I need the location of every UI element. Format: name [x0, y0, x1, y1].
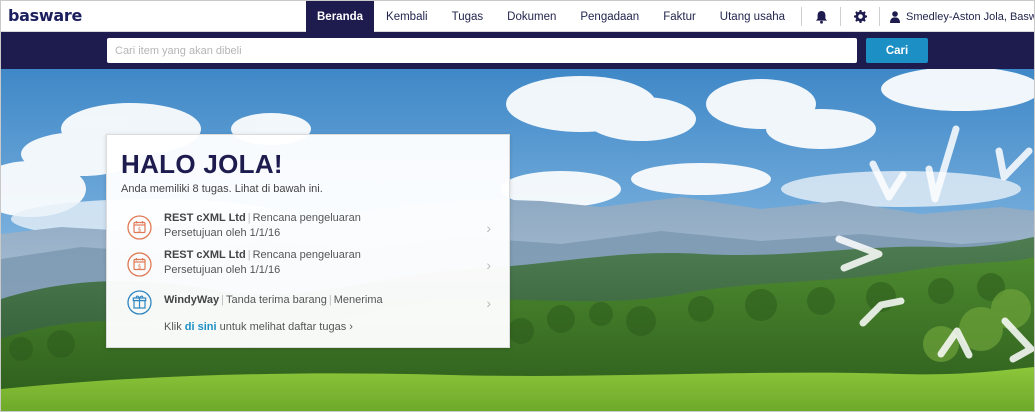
nav-item-tugas[interactable]: Tugas — [440, 1, 496, 32]
task-item[interactable]: $ REST cXML Ltd | Rencana pengeluaran Pers… — [107, 244, 511, 282]
search-bar-band: Cari — [1, 32, 1034, 69]
task-detail: Menerima — [333, 294, 383, 306]
footer-prefix: Klik — [164, 321, 182, 333]
nav-item-utang-usaha[interactable]: Utang usaha — [708, 1, 797, 32]
nav-divider — [801, 7, 803, 26]
task-detail: Persetujuan oleh 1/1/16 — [164, 227, 281, 239]
task-supplier: REST cXML Ltd — [164, 212, 246, 224]
nav-item-kembali[interactable]: Kembali — [374, 1, 440, 32]
task-supplier: REST cXML Ltd — [164, 249, 246, 261]
nav-item-dokumen[interactable]: Dokumen — [495, 1, 568, 32]
nav-divider — [879, 7, 881, 26]
gear-icon — [853, 10, 867, 23]
task-type: Tanda terima barang — [225, 294, 327, 306]
app-frame: basware Beranda Kembali Tugas Dokumen Pe… — [0, 0, 1035, 412]
tasks-summary: Anda memiliki 8 tugas. Lihat di bawah in… — [121, 183, 323, 195]
task-type: Rencana pengeluaran — [252, 212, 361, 224]
nav-item-faktur[interactable]: Faktur — [651, 1, 708, 32]
chevron-right-icon: › — [486, 257, 491, 273]
nav-item-pengadaan[interactable]: Pengadaan — [568, 1, 651, 32]
task-list-link[interactable]: di sini — [185, 321, 217, 333]
search-input[interactable] — [107, 38, 857, 63]
notifications-button[interactable] — [806, 1, 836, 32]
chevron-right-icon: › — [486, 295, 491, 311]
svg-text:$: $ — [138, 263, 142, 270]
calendar-money-icon: $ — [127, 252, 152, 277]
greeting-title: HALO JOLA! — [121, 149, 283, 179]
footer-suffix: untuk melihat daftar tugas › — [219, 321, 353, 333]
bell-icon — [815, 10, 827, 24]
search-button[interactable]: Cari — [866, 38, 928, 63]
chevron-right-icon: › — [486, 220, 491, 236]
main-nav: Beranda Kembali Tugas Dokumen Pengadaan … — [306, 1, 1034, 32]
task-type: Rencana pengeluaran — [252, 249, 361, 261]
settings-button[interactable] — [845, 1, 875, 32]
task-item[interactable]: $ REST cXML Ltd | Rencana pengeluaran Pers… — [107, 207, 511, 245]
nav-divider — [840, 7, 842, 26]
user-name: Smedley-Aston Jola, Basware Oyj — [906, 10, 1034, 23]
task-supplier: WindyWay — [164, 294, 220, 306]
task-list-footer: Klik di sini untuk melihat daftar tugas … — [164, 321, 353, 333]
task-detail: Persetujuan oleh 1/1/16 — [164, 264, 281, 276]
calendar-money-icon: $ — [127, 215, 152, 240]
task-item[interactable]: WindyWay | Tanda terima barang | Menerima › — [107, 282, 511, 320]
top-navigation-bar: basware Beranda Kembali Tugas Dokumen Pe… — [1, 1, 1034, 32]
user-menu[interactable]: Smedley-Aston Jola, Basware Oyj — [884, 1, 1034, 32]
gift-box-icon — [127, 290, 152, 315]
svg-text:$: $ — [138, 226, 142, 233]
nav-item-beranda[interactable]: Beranda — [306, 1, 375, 32]
user-icon — [890, 10, 901, 23]
basware-logo[interactable]: basware — [8, 6, 82, 25]
greeting-card: HALO JOLA! Anda memiliki 8 tugas. Lihat … — [106, 134, 510, 348]
